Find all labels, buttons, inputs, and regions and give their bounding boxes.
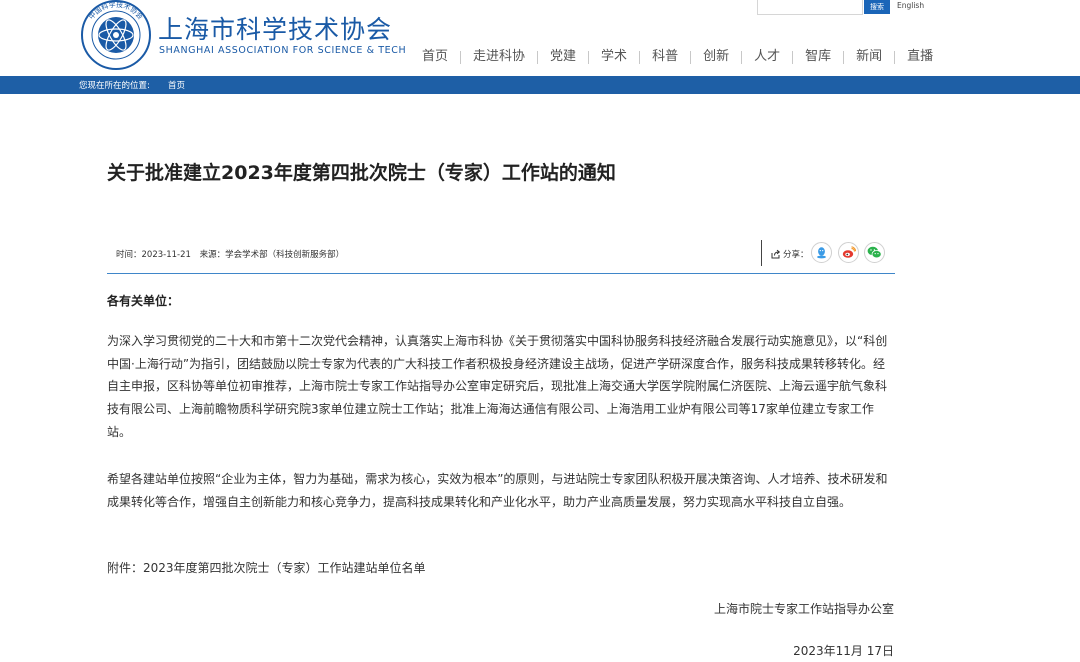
weibo-icon — [842, 246, 856, 258]
share-weibo-button[interactable] — [838, 242, 859, 263]
article-attachment[interactable]: 附件：2023年度第四批次院士（专家）工作站建站单位名单 — [107, 557, 895, 580]
nav-academic[interactable]: 学术 — [589, 49, 639, 65]
article-greeting: 各有关单位： — [107, 294, 180, 308]
share-separator — [761, 240, 762, 266]
breadcrumb: 您现在所在的位置: 首页 — [0, 76, 1080, 94]
nav-think-tank[interactable]: 智库 — [793, 49, 843, 65]
article-date: 2023年11月 17日 — [793, 644, 894, 658]
search-button[interactable]: 搜索 — [864, 0, 890, 14]
article-paragraph-1: 为深入学习贯彻党的二十大和市第十二次党代会精神，认真落实上海市科协《关于贯彻落实… — [107, 334, 888, 439]
share-qq-button[interactable] — [811, 242, 832, 263]
article-meta: 时间：2023-11-21 来源：学会学术部（科技创新服务部） — [116, 248, 344, 260]
site-header: 中国科学技术协会 上海市科学技术协会 SHANGHAI ASSOCIATION … — [0, 0, 1080, 76]
share-icon — [771, 249, 781, 259]
site-name-cn[interactable]: 上海市科学技术协会 — [158, 10, 392, 46]
publish-time: 时间：2023-11-21 — [116, 250, 191, 260]
nav-innovation[interactable]: 创新 — [691, 49, 741, 65]
breadcrumb-home-link[interactable]: 首页 — [168, 79, 185, 91]
search-input[interactable] — [757, 0, 863, 15]
share-label-text: 分享： — [783, 250, 809, 260]
article-title: 关于批准建立2023年度第四批次院士（专家）工作站的通知 — [107, 162, 616, 184]
main-nav: 首页 走进科协 党建 学术 科普 创新 人才 智库 新闻 直播 — [410, 48, 945, 66]
site-name-en: SHANGHAI ASSOCIATION FOR SCIENCE & TECH — [159, 45, 407, 56]
sast-logo[interactable]: 中国科学技术协会 — [79, 0, 153, 70]
nav-popular-science[interactable]: 科普 — [640, 49, 690, 65]
nav-news[interactable]: 新闻 — [844, 49, 894, 65]
article-source: 来源：学会学术部（科技创新服务部） — [199, 250, 345, 260]
nav-home[interactable]: 首页 — [410, 49, 460, 65]
breadcrumb-label: 您现在所在的位置: — [79, 81, 150, 91]
article-paragraph-2: 希望各建站单位按照“企业为主体，智力为基础，需求为核心，实效为根本”的原则，与进… — [107, 472, 888, 509]
qq-icon — [817, 247, 826, 259]
share-wechat-button[interactable] — [864, 242, 885, 263]
article-divider — [107, 273, 895, 274]
nav-talent[interactable]: 人才 — [742, 49, 792, 65]
wechat-icon — [867, 246, 882, 259]
nav-live[interactable]: 直播 — [895, 49, 945, 65]
nav-party[interactable]: 党建 — [538, 49, 588, 65]
share-label: 分享： — [771, 248, 809, 260]
nav-about[interactable]: 走进科协 — [461, 49, 537, 65]
english-link[interactable]: English — [897, 1, 924, 10]
article-signature: 上海市院士专家工作站指导办公室 — [713, 602, 894, 616]
